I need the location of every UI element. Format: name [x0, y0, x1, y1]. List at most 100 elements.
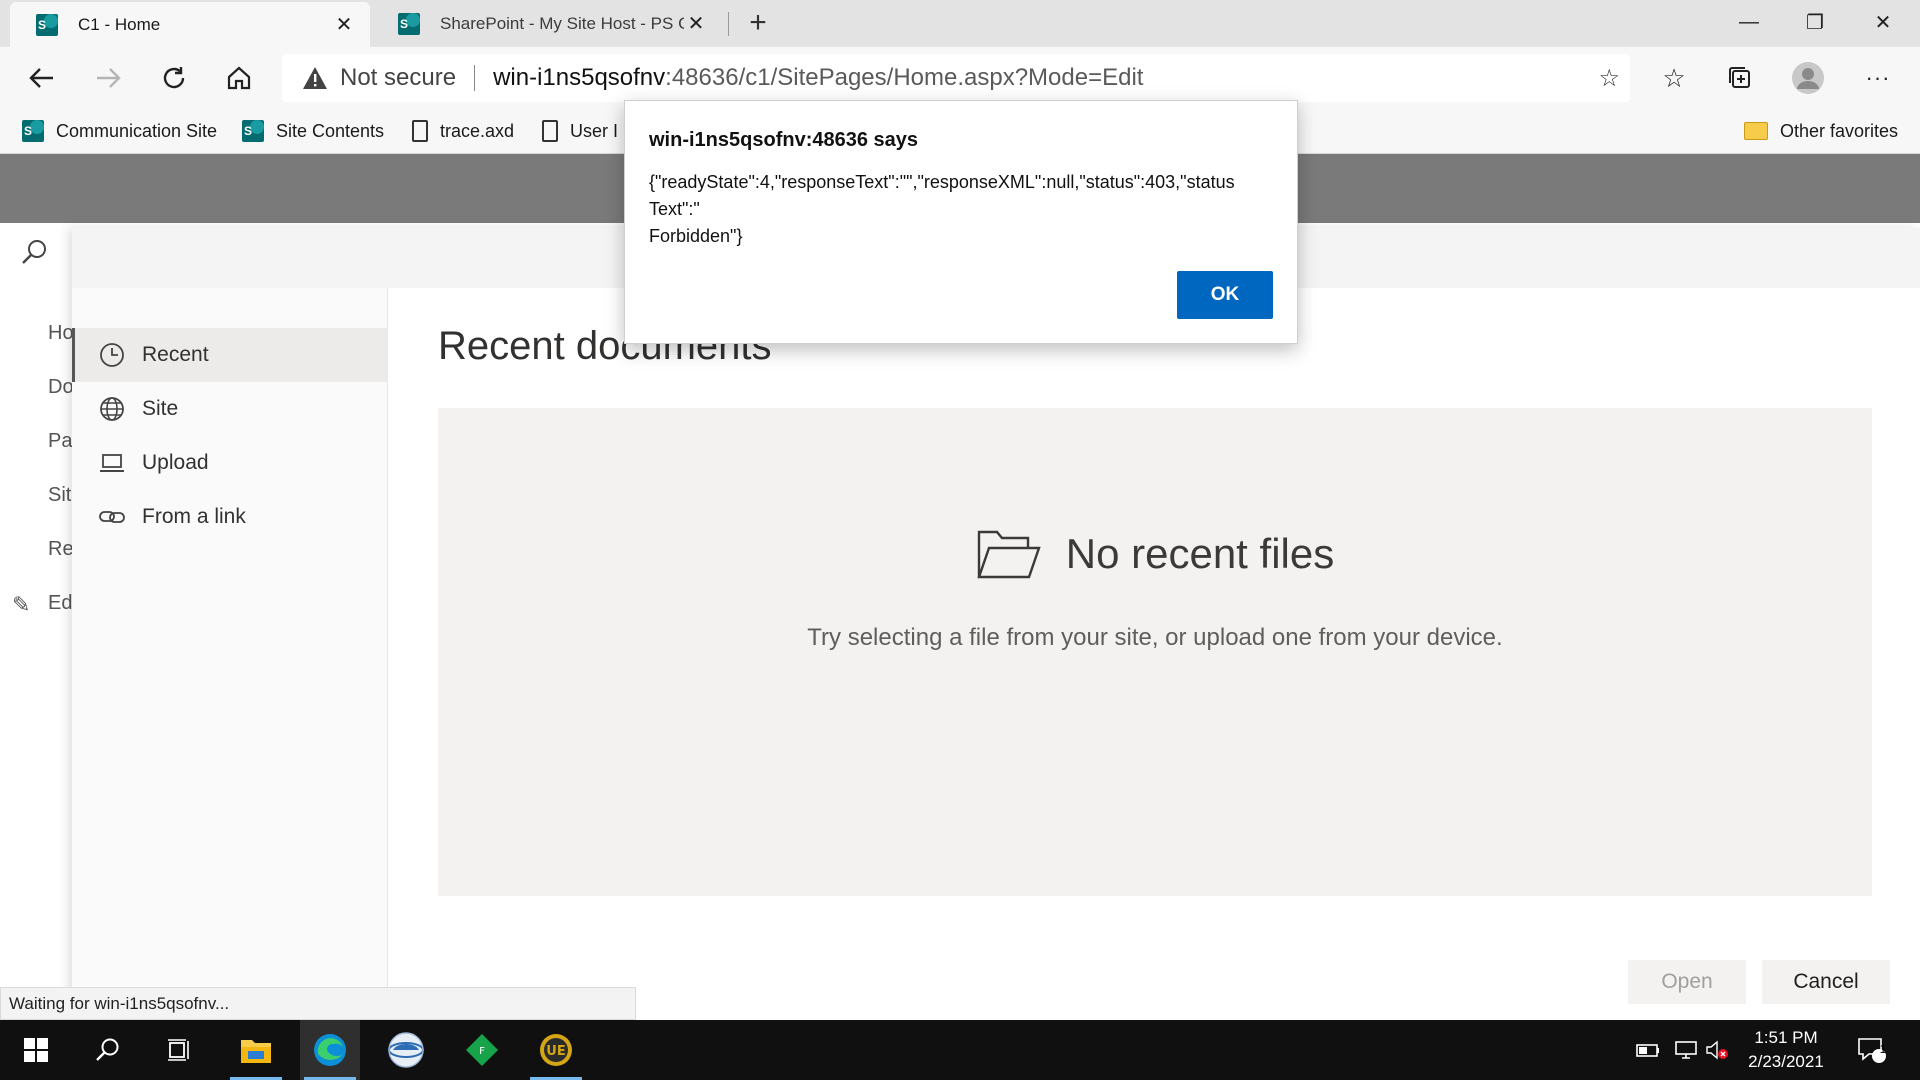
url-host: win-i1ns5qsofnv: [493, 64, 666, 91]
search-icon: [96, 1038, 119, 1061]
add-favorite-icon[interactable]: ☆: [1598, 64, 1620, 93]
picker-nav: Recent Site Upload From a link: [72, 288, 388, 1020]
picker-nav-from-link[interactable]: From a link: [72, 490, 388, 544]
favorite-label: User I: [570, 120, 619, 141]
empty-subtitle: Try selecting a file from your site, or …: [807, 624, 1503, 651]
favorites-star-icon: ☆: [1662, 62, 1686, 93]
task-view-button[interactable]: [150, 1020, 210, 1080]
site-search-button[interactable]: [20, 238, 48, 273]
favorite-label: trace.axd: [440, 120, 515, 141]
minimize-button[interactable]: —: [1716, 0, 1782, 44]
favorite-site-contents[interactable]: S Site Contents: [242, 109, 384, 153]
sharepoint-icon: S: [36, 13, 58, 36]
sharepoint-icon: S: [22, 120, 44, 142]
link-icon: [98, 503, 126, 531]
empty-title: No recent files: [1065, 530, 1335, 577]
nav-link-home[interactable]: Ho: [48, 322, 74, 345]
picker-nav-recent[interactable]: Recent: [72, 328, 388, 382]
folder-icon: [1744, 122, 1768, 140]
picker-nav-label: Recent: [142, 343, 209, 366]
favorite-communication-site[interactable]: S Communication Site: [22, 109, 217, 153]
tray-battery[interactable]: [1628, 1020, 1668, 1080]
tab-c1-home[interactable]: S C1 - Home ✕: [10, 2, 370, 47]
tray-network[interactable]: [1666, 1020, 1706, 1080]
close-icon[interactable]: ✕: [332, 12, 356, 37]
nav-link-documents[interactable]: Do: [48, 376, 74, 399]
home-button[interactable]: [217, 57, 261, 99]
network-icon: [1675, 1041, 1697, 1059]
picker-nav-site[interactable]: Site: [72, 382, 388, 436]
laptop-icon: [98, 449, 126, 477]
picker-nav-upload[interactable]: Upload: [72, 436, 388, 490]
sharepoint-icon: S: [398, 12, 420, 35]
new-tab-button[interactable]: +: [740, 4, 776, 42]
nav-link-pages[interactable]: Pa: [48, 430, 72, 453]
tab-my-site-host[interactable]: S SharePoint - My Site Host - PS C ✕: [372, 0, 722, 47]
tab-title: SharePoint - My Site Host - PS C: [440, 13, 684, 33]
refresh-button[interactable]: [152, 57, 196, 99]
home-icon: [227, 66, 251, 90]
ellipsis-icon: ···: [1865, 65, 1891, 90]
picker-nav-label: From a link: [142, 505, 246, 528]
alert-message: {"readyState":4,"responseText":"","respo…: [649, 169, 1269, 250]
profile-button[interactable]: [1786, 57, 1830, 99]
url-path: :48636/c1/SitePages/Home.aspx?Mode=Edit: [665, 64, 1144, 91]
nav-link-site-contents[interactable]: Sit: [48, 484, 71, 507]
other-favorites[interactable]: Other favorites: [1744, 109, 1898, 153]
alert-message-line: Text":": [649, 199, 700, 219]
warning-icon: [303, 67, 327, 89]
clock-time: 1:51 PM: [1754, 1028, 1818, 1047]
cancel-button[interactable]: Cancel: [1762, 960, 1890, 1004]
collections-button[interactable]: [1718, 57, 1762, 99]
windows-logo-icon: [24, 1038, 48, 1062]
ok-button[interactable]: OK: [1177, 271, 1273, 319]
taskbar-app-globe[interactable]: [376, 1020, 436, 1080]
browser-tab-bar: S C1 - Home ✕ S SharePoint - My Site Hos…: [0, 0, 1920, 47]
window-close-button[interactable]: ✕: [1850, 0, 1916, 44]
action-center-button[interactable]: 1: [1850, 1020, 1894, 1080]
ultraedit-icon: UE: [540, 1034, 572, 1066]
green-diamond-app-icon: F: [466, 1034, 498, 1066]
favorite-trace-axd[interactable]: trace.axd: [412, 109, 514, 153]
file-icon: [412, 120, 428, 142]
tab-separator: [728, 12, 729, 36]
alert-message-line: Forbidden"}: [649, 226, 743, 246]
more-menu-button[interactable]: ···: [1856, 57, 1900, 99]
security-status[interactable]: Not secure: [340, 64, 456, 92]
pencil-icon: ✎: [12, 592, 31, 617]
alert-message-line: {"readyState":4,"responseText":"","respo…: [649, 172, 1235, 192]
taskbar-edge[interactable]: [300, 1020, 360, 1080]
tab-title: C1 - Home: [78, 14, 161, 34]
taskbar-clock[interactable]: 1:51 PM 2/23/2021: [1726, 1026, 1846, 1074]
favorite-user[interactable]: User I: [542, 109, 618, 153]
close-icon[interactable]: ✕: [684, 11, 708, 36]
nav-link-edit[interactable]: Ed: [48, 592, 72, 615]
address-bar[interactable]: Not secure win-i1ns5qsofnv:48636/c1/Site…: [282, 54, 1630, 102]
restore-button[interactable]: ❐: [1782, 0, 1848, 44]
windows-taskbar: F UE 1:51 PM 2/23/2021 1: [0, 1020, 1920, 1080]
empty-state: No recent files Try selecting a file fro…: [438, 408, 1872, 896]
taskbar-app-green[interactable]: F: [452, 1020, 512, 1080]
sharepoint-icon: S: [242, 120, 264, 142]
alert-title: win-i1ns5qsofnv:48636 says: [649, 129, 919, 151]
back-arrow-icon: [29, 68, 53, 88]
taskbar-file-explorer[interactable]: [226, 1020, 286, 1080]
start-button[interactable]: [6, 1020, 66, 1080]
taskbar-search-button[interactable]: [78, 1020, 138, 1080]
other-favorites-label: Other favorites: [1780, 120, 1899, 141]
task-view-icon: [168, 1039, 189, 1061]
globe-app-icon: [388, 1032, 424, 1068]
open-button[interactable]: Open: [1628, 960, 1746, 1004]
collections-icon: [1729, 67, 1750, 88]
file-explorer-icon: [241, 1040, 271, 1063]
forward-button[interactable]: [86, 57, 130, 99]
search-icon: [22, 240, 46, 264]
edge-icon: [314, 1034, 346, 1066]
globe-icon: [98, 395, 126, 423]
nav-link-recycle-bin[interactable]: Re: [48, 538, 74, 561]
notification-count: 1: [1879, 1042, 1887, 1056]
favorite-label: Site Contents: [276, 120, 385, 141]
favorites-button[interactable]: ☆: [1652, 57, 1696, 99]
back-button[interactable]: [20, 57, 64, 99]
taskbar-ultraedit[interactable]: UE: [526, 1020, 586, 1080]
